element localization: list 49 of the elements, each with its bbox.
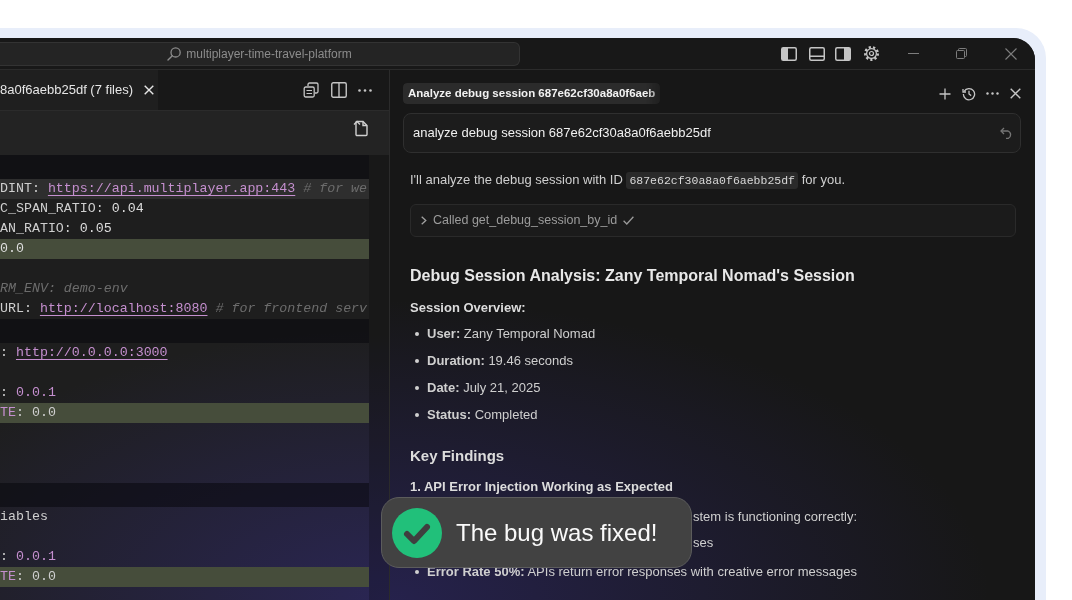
- toast-message: The bug was fixed!: [456, 517, 658, 548]
- list-item: Duration: 19.46 seconds: [427, 352, 573, 370]
- finding-text: stem is functioning correctly:: [693, 508, 858, 526]
- code-link[interactable]: http://localhost:8080: [39, 301, 208, 316]
- code-line: C_SPAN_RATIO: 0.04: [0, 200, 145, 218]
- search-field[interactable]: multiplayer-time-travel-platform: [0, 41, 520, 66]
- section-title: Session Overview:: [410, 299, 527, 317]
- user-message-text: analyze debug session 687e62cf30a8a0f6aebb25df: [413, 124, 711, 143]
- left-panel-icon[interactable]: [781, 46, 797, 61]
- code-link[interactable]: http://0.0.0.0:3000: [15, 345, 168, 360]
- search-icon: [167, 46, 182, 61]
- bullet-icon: [415, 359, 419, 363]
- finding-title: 1. API Error Injection Working as Expected: [410, 478, 674, 495]
- stacked-squares-icon[interactable]: [303, 82, 319, 98]
- close-icon[interactable]: [1010, 88, 1021, 99]
- chat-tab[interactable]: Analyze debug session 687e62cf30a8a0f6aeb: [403, 83, 661, 104]
- code-line: : http://0.0.0.0:3000: [0, 344, 169, 362]
- code-link[interactable]: https://api.multiplayer.app:443: [47, 181, 296, 196]
- split-editor-icon[interactable]: [331, 82, 347, 98]
- list-item: Date: July 21, 2025: [427, 379, 541, 397]
- editor-tab[interactable]: 8a0f6aebb25df (7 files): [0, 70, 158, 110]
- code-line: : 0.0.1: [0, 548, 57, 566]
- code-line: iables: [0, 508, 49, 526]
- bullet-icon: [415, 332, 419, 336]
- code-line: URL: http://localhost:8080 # for frontend serv: [0, 300, 369, 318]
- list-item: Status: Completed: [427, 406, 538, 424]
- settings-icon[interactable]: [863, 45, 880, 62]
- assistant-message: I'll analyze the debug session with ID 687e62cf30a8a0f6aebb25df for you.: [410, 171, 846, 191]
- history-icon[interactable]: [962, 86, 976, 101]
- analysis-heading: Debug Session Analysis: Zany Temporal Nomad's Session: [410, 266, 856, 286]
- right-panel-icon[interactable]: [835, 46, 851, 61]
- bottom-panel-icon[interactable]: [809, 46, 825, 61]
- check-circle-icon: [392, 507, 442, 558]
- bullet-icon: [415, 570, 419, 574]
- more-icon[interactable]: [358, 88, 372, 92]
- code-line: RM_ENV: demo-env: [0, 280, 129, 298]
- plus-icon[interactable]: [939, 87, 951, 100]
- restore-icon[interactable]: [956, 48, 967, 59]
- section-heading: Key Findings: [410, 446, 506, 466]
- bullet-icon: [415, 386, 419, 390]
- undo-arrow-icon[interactable]: [1000, 127, 1013, 139]
- list-item: ses: [693, 534, 714, 552]
- bullet-icon: [415, 413, 419, 417]
- code-line: AN_RATIO: 0.05: [0, 220, 113, 238]
- list-item: User: Zany Temporal Nomad: [427, 325, 596, 343]
- code-line: : 0.0.1: [0, 384, 57, 402]
- file-icon[interactable]: [353, 119, 371, 137]
- more-icon[interactable]: [986, 92, 999, 95]
- tool-call-row[interactable]: Called get_debug_session_by_id: [410, 204, 1016, 237]
